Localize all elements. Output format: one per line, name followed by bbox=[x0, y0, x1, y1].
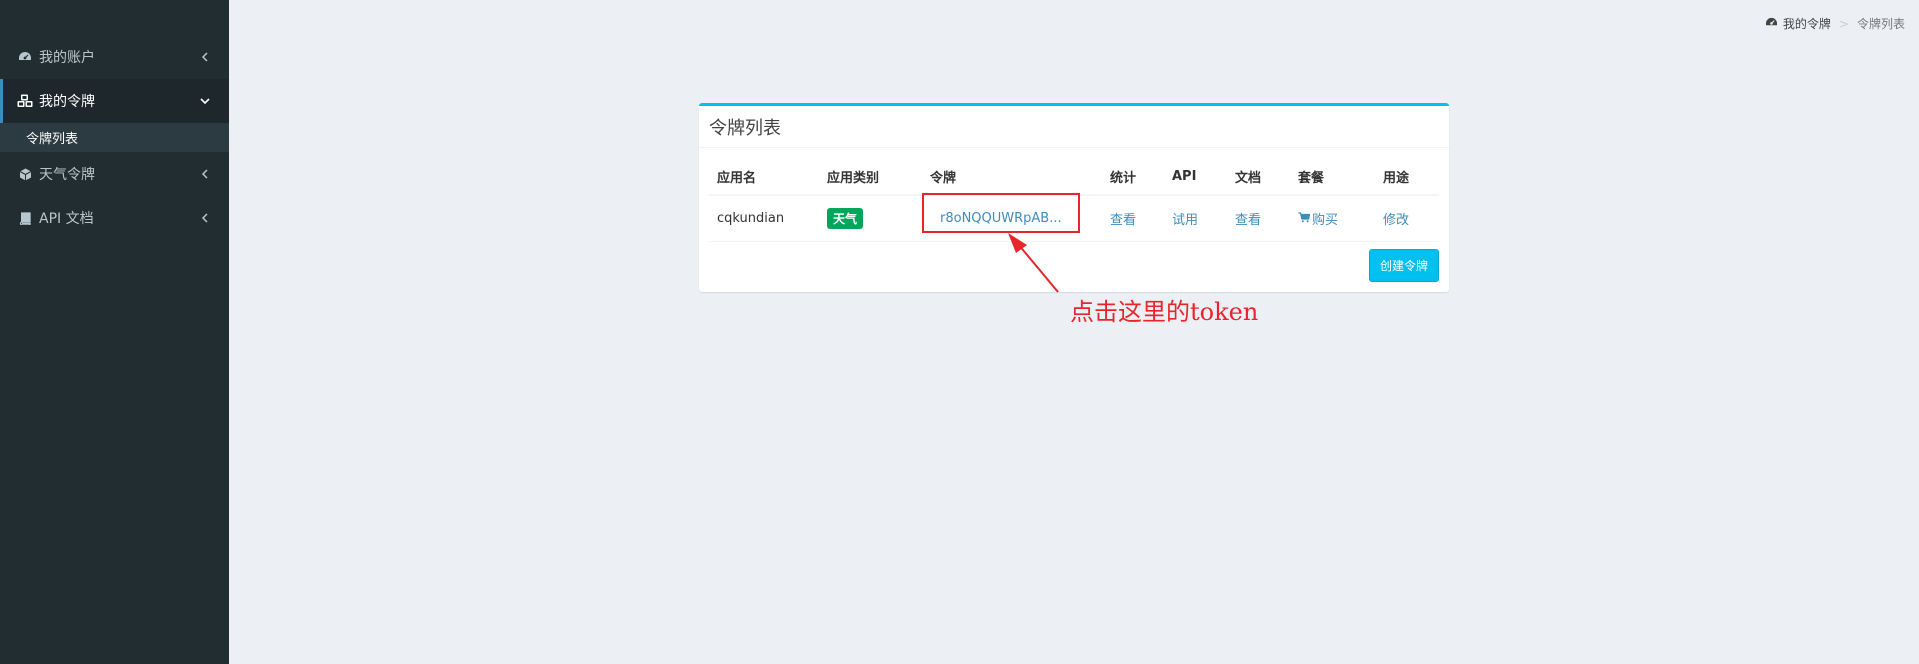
usage-edit-link[interactable]: 修改 bbox=[1383, 213, 1409, 228]
plan-buy-link[interactable]: 购买 bbox=[1298, 209, 1338, 228]
chevron-left-icon bbox=[199, 168, 211, 180]
token-cell: r8oNQQUWRpAB... bbox=[922, 193, 1102, 242]
annotation-arrow bbox=[1008, 233, 1059, 293]
token-highlight-box bbox=[922, 193, 1080, 233]
create-token-button[interactable]: 创建令牌 bbox=[1368, 249, 1439, 282]
sidebar-subitem-label: 令牌列表 bbox=[26, 132, 79, 147]
breadcrumb: 我的令牌 > 令牌列表 bbox=[1765, 15, 1905, 32]
box-title: 令牌列表 bbox=[699, 106, 1449, 148]
sidebar-menu: 我的账户 我的令牌 令牌列表 天气令牌 API 文档 bbox=[0, 0, 229, 240]
sidebar-item-api-docs[interactable]: API 文档 bbox=[0, 196, 229, 240]
column-header: 用途 bbox=[1375, 158, 1439, 196]
table-header-row: 应用名 应用类别 令牌 统计 API 文档 套餐 用途 bbox=[709, 158, 1439, 196]
sidebar-subitem-token-list[interactable]: 令牌列表 bbox=[0, 123, 229, 152]
docs-cell: 查看 bbox=[1227, 195, 1290, 242]
dashboard-icon bbox=[17, 49, 33, 65]
column-header: API bbox=[1164, 158, 1227, 196]
category-cell: 天气 bbox=[819, 195, 922, 242]
docs-view-link[interactable]: 查看 bbox=[1235, 213, 1261, 228]
breadcrumb-current: 令牌列表 bbox=[1856, 17, 1905, 31]
token-list-box: 令牌列表 应用名 应用类别 令牌 统计 API 文档 套餐 用途 cqkundi… bbox=[699, 103, 1449, 292]
app-name-cell: cqkundian bbox=[709, 195, 819, 242]
breadcrumb-link-my-tokens[interactable]: 我的令牌 bbox=[1783, 15, 1831, 32]
column-header: 套餐 bbox=[1290, 158, 1375, 196]
column-header: 应用名 bbox=[709, 158, 819, 196]
table-row: cqkundian 天气 r8oNQQUWRpAB... 查看 试用 查看 购买… bbox=[709, 193, 1439, 242]
sidebar-item-label: 天气令牌 bbox=[39, 167, 95, 183]
box-footer: 创建令牌 bbox=[1368, 249, 1439, 282]
column-header: 统计 bbox=[1102, 158, 1164, 196]
sidebar-item-label: 我的账户 bbox=[39, 50, 95, 66]
sidebar-item-label: 我的令牌 bbox=[39, 94, 95, 110]
plan-cell: 购买 bbox=[1290, 195, 1375, 242]
sidebar-item-my-account[interactable]: 我的账户 bbox=[0, 35, 229, 79]
api-try-link[interactable]: 试用 bbox=[1172, 213, 1198, 228]
token-table: 应用名 应用类别 令牌 统计 API 文档 套餐 用途 cqkundian 天气 bbox=[709, 158, 1439, 242]
stats-view-link[interactable]: 查看 bbox=[1110, 213, 1136, 228]
shopping-cart-icon bbox=[1298, 212, 1310, 224]
cube-icon bbox=[17, 166, 33, 182]
dashboard-icon bbox=[1765, 17, 1778, 30]
book-icon bbox=[17, 210, 33, 226]
stats-cell: 查看 bbox=[1102, 195, 1164, 242]
cubes-icon bbox=[17, 93, 33, 109]
sidebar-item-weather-tokens[interactable]: 天气令牌 bbox=[0, 152, 229, 196]
api-cell: 试用 bbox=[1164, 195, 1227, 242]
category-badge: 天气 bbox=[827, 207, 864, 229]
chevron-left-icon bbox=[199, 212, 211, 224]
breadcrumb-separator: > bbox=[1838, 16, 1849, 31]
box-body: 应用名 应用类别 令牌 统计 API 文档 套餐 用途 cqkundian 天气 bbox=[699, 148, 1449, 242]
sidebar: 我的账户 我的令牌 令牌列表 天气令牌 API 文档 bbox=[0, 0, 229, 664]
annotation-text: 点击这里的token bbox=[1070, 298, 1259, 326]
sidebar-item-my-tokens[interactable]: 我的令牌 bbox=[0, 79, 229, 123]
column-header: 应用类别 bbox=[819, 158, 922, 196]
chevron-down-icon bbox=[199, 95, 211, 107]
sidebar-item-label: API 文档 bbox=[39, 211, 94, 227]
column-header: 令牌 bbox=[922, 158, 1102, 196]
column-header: 文档 bbox=[1227, 158, 1290, 196]
usage-cell: 修改 bbox=[1375, 195, 1439, 242]
plan-buy-label: 购买 bbox=[1312, 212, 1339, 228]
chevron-left-icon bbox=[199, 51, 211, 63]
